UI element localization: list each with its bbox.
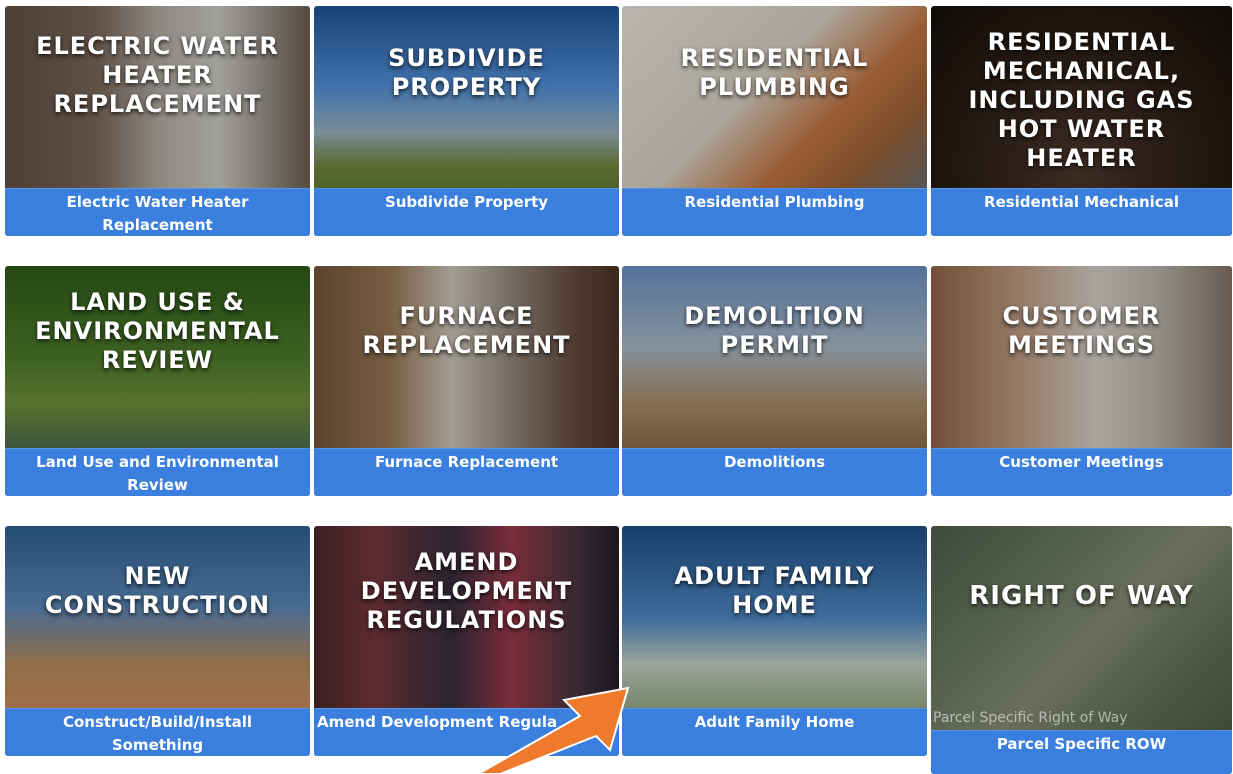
tile-heading: ADULT FAMILY HOME xyxy=(674,562,875,619)
tile-heading: FURNACE REPLACEMENT xyxy=(362,302,571,359)
pointer-arrow-icon xyxy=(475,686,630,774)
tile-land-use[interactable]: LAND USE & ENVIRONMENTAL REVIEW Land Use… xyxy=(5,266,310,496)
tile-heading: NEW CONSTRUCTION xyxy=(44,562,271,619)
tile-right-of-way[interactable]: RIGHT OF WAY Parcel Specific Right of Wa… xyxy=(931,526,1232,774)
tile-subdivide-property[interactable]: SUBDIVIDE PROPERTY Subdivide Property xyxy=(314,6,619,236)
tile-label[interactable]: Construct/Build/Install Something xyxy=(5,708,310,756)
tile-heading: RIGHT OF WAY xyxy=(969,581,1194,611)
tile-caption: Parcel Specific Right of Way xyxy=(933,710,1128,726)
tile-label[interactable]: Parcel Specific ROW xyxy=(931,730,1232,774)
tile-label[interactable]: Electric Water Heater Replacement xyxy=(5,188,310,236)
tile-heading: LAND USE & ENVIRONMENTAL REVIEW xyxy=(35,288,280,374)
tile-heading: AMEND DEVELOPMENT REGULATIONS xyxy=(360,548,573,634)
tile-label[interactable]: Subdivide Property xyxy=(314,188,619,236)
tile-heading: ELECTRIC WATER HEATER REPLACEMENT xyxy=(36,32,279,118)
tile-heading: DEMOLITION PERMIT xyxy=(684,302,865,359)
tile-heading: RESIDENTIAL MECHANICAL, INCLUDING GAS HO… xyxy=(968,28,1195,172)
tile-residential-mechanical[interactable]: RESIDENTIAL MECHANICAL, INCLUDING GAS HO… xyxy=(931,6,1232,236)
tile-heading: CUSTOMER MEETINGS xyxy=(1002,302,1161,359)
tile-customer-meetings[interactable]: CUSTOMER MEETINGS Customer Meetings xyxy=(931,266,1232,496)
tile-label[interactable]: Demolitions xyxy=(622,448,927,496)
tile-new-construction[interactable]: NEW CONSTRUCTION Construct/Build/Install… xyxy=(5,526,310,756)
tile-residential-plumbing[interactable]: RESIDENTIAL PLUMBING Residential Plumbin… xyxy=(622,6,927,236)
tile-label[interactable]: Residential Mechanical xyxy=(931,188,1232,236)
tile-label[interactable]: Residential Plumbing xyxy=(622,188,927,236)
tile-heading: RESIDENTIAL PLUMBING xyxy=(680,44,869,101)
tile-label[interactable]: Land Use and Environmental Review xyxy=(5,448,310,496)
tile-demolition-permit[interactable]: DEMOLITION PERMIT Demolitions xyxy=(622,266,927,496)
tile-label[interactable]: Customer Meetings xyxy=(931,448,1232,496)
tile-heading: SUBDIVIDE PROPERTY xyxy=(388,44,545,101)
tile-electric-water-heater[interactable]: ELECTRIC WATER HEATER REPLACEMENT Electr… xyxy=(5,6,310,236)
tile-label[interactable]: Adult Family Home xyxy=(622,708,927,756)
tile-label[interactable]: Furnace Replacement xyxy=(314,448,619,496)
tile-furnace-replacement[interactable]: FURNACE REPLACEMENT Furnace Replacement xyxy=(314,266,619,496)
tile-adult-family-home[interactable]: ADULT FAMILY HOME Adult Family Home xyxy=(622,526,927,756)
